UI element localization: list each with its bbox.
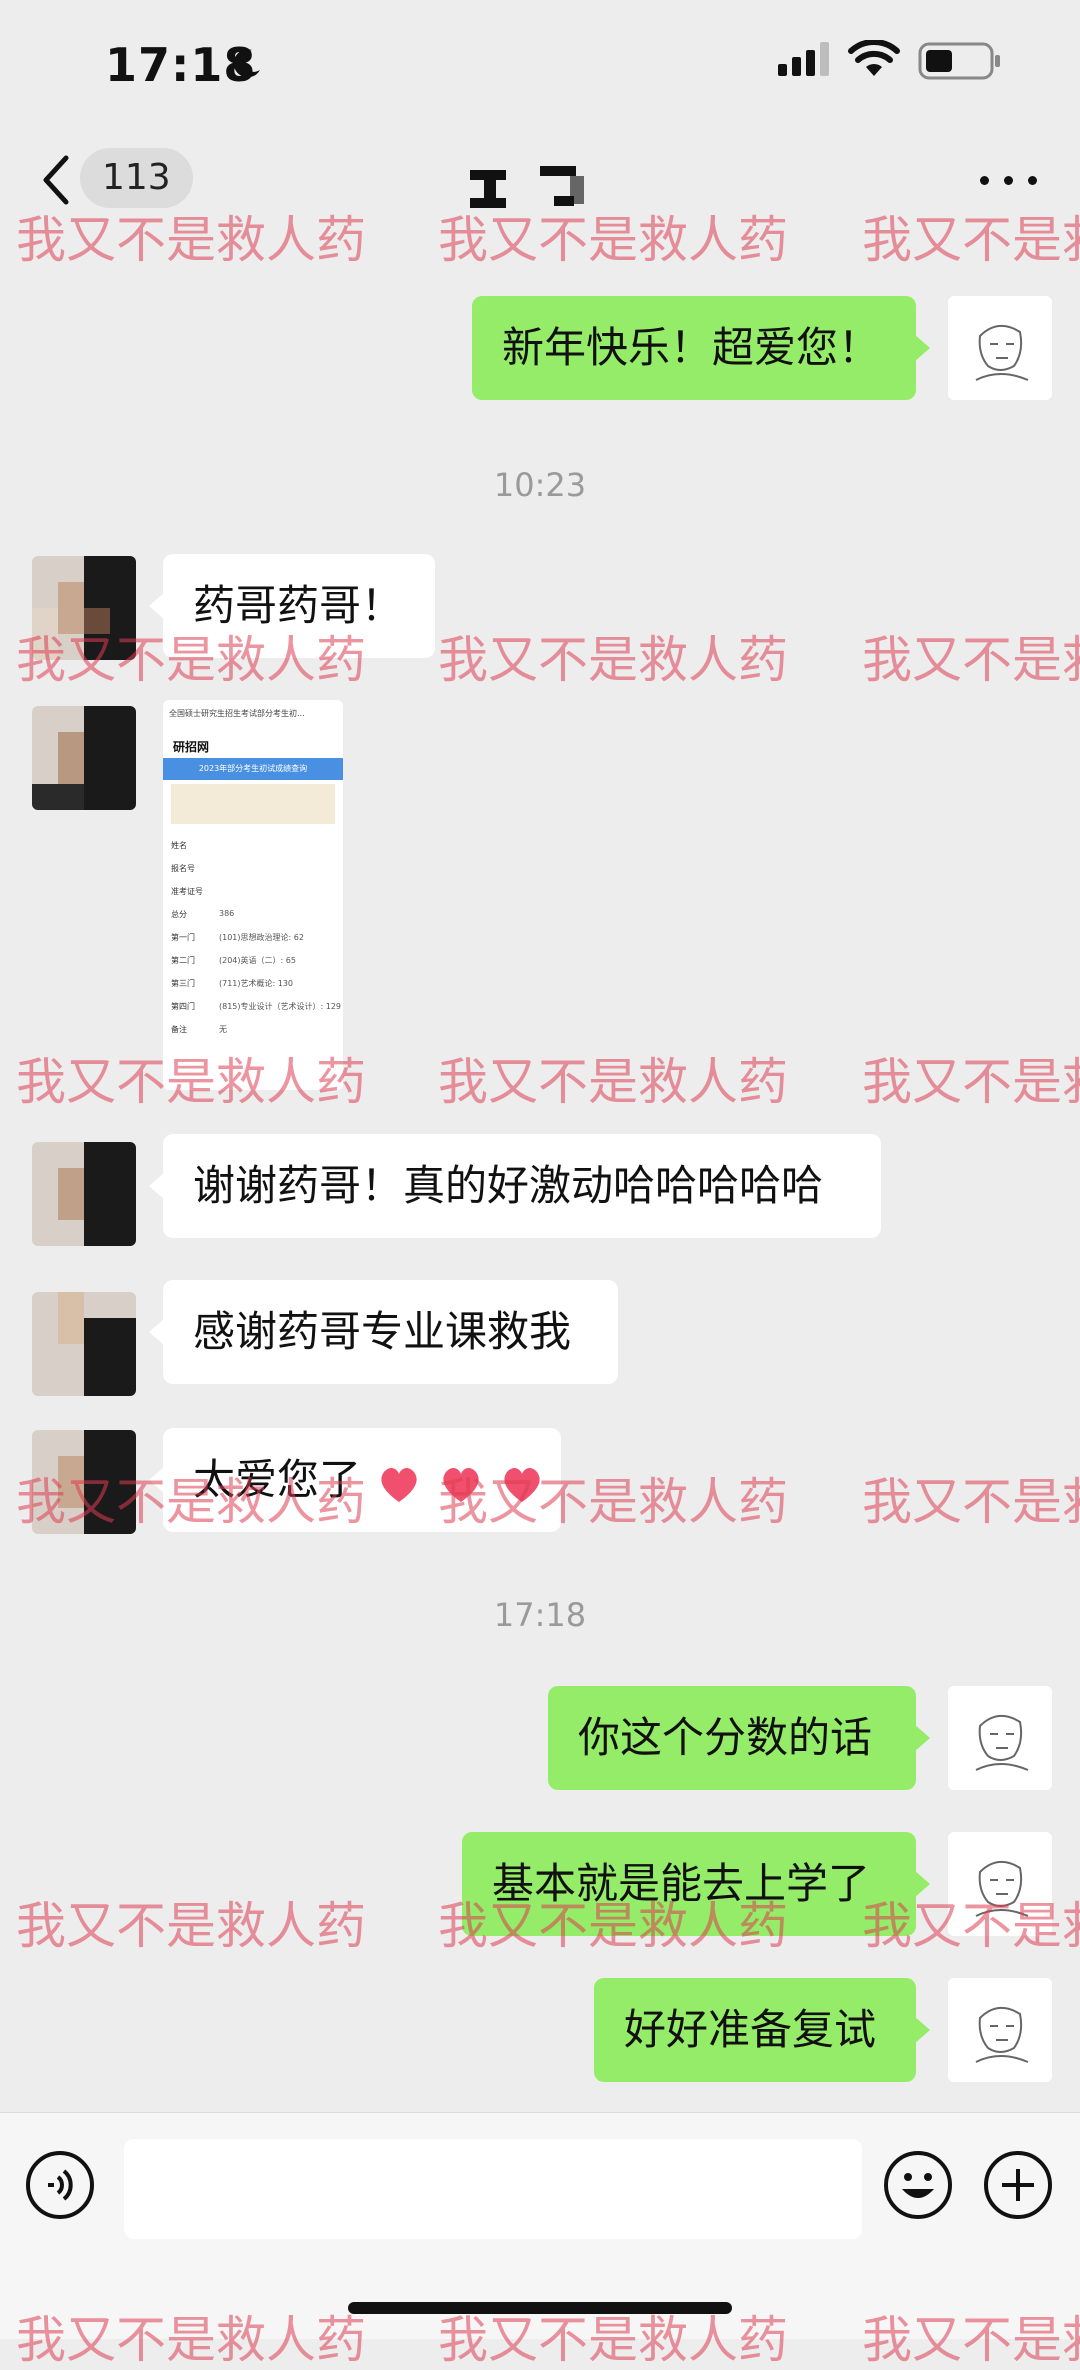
sketch-face-icon [975,1715,1029,1771]
message-text: 谢谢药哥！真的好激动哈哈哈哈哈 [193,1161,824,1210]
home-indicator[interactable] [348,2302,732,2314]
sketch-face-icon [975,1861,1029,1917]
plus-icon[interactable] [982,2149,1054,2221]
screenshot-row: 总分 386 [171,909,235,919]
screenshot-row: 第三门 (711)艺术概论: 130 [171,979,294,988]
avatar-self[interactable] [948,296,1052,400]
message-input[interactable] [124,2139,862,2239]
timestamp: 17:18 [493,1596,587,1634]
message-bubble-received[interactable]: 谢谢药哥！真的好激动哈哈哈哈哈 [149,1134,881,1238]
message-text: 好好准备复试 [624,2005,877,2054]
screenshot-row: 准考证号 [171,887,203,896]
screenshot-row: 备注无 [171,1025,227,1034]
message-text: 新年快乐！超爱您！ [502,323,881,372]
avatar-self[interactable] [948,1832,1052,1936]
heart-emoji-icon [443,1467,479,1502]
screenshot-row: 第二门 (204)英语（二）: 65 [171,956,296,965]
message-text: 太爱您了 [193,1455,362,1504]
screenshot-row: 第四门 (815)专业设计（艺术设计）: 129 [171,1002,342,1011]
emoji-icon[interactable] [882,2149,954,2221]
avatar-self[interactable] [948,1686,1052,1790]
message-bubble-sent[interactable]: 基本就是能去上学了 [462,1832,930,1936]
screenshot-row: 姓名 [171,841,187,850]
avatar-self[interactable] [948,1978,1052,2082]
message-text: 药哥药哥！ [193,581,404,630]
message-text: 你这个分数的话 [578,1713,873,1762]
message-bubble-received[interactable]: 太爱您了 [149,1428,561,1532]
sketch-face-icon [975,2007,1029,2063]
message-bubble-sent[interactable]: 新年快乐！超爱您！ [472,296,930,400]
sketch-face-icon [975,325,1029,381]
message-text: 感谢药哥专业课救我 [193,1307,572,1356]
image-message[interactable]: 全国硕士研究生招生考试部分考生初... 研招网 2023年部分考生初试成绩查询 … [163,700,343,1090]
message-bubble-received[interactable]: 药哥药哥！ [149,554,435,658]
avatar-contact[interactable] [32,1430,136,1534]
screenshot-row: 第一门 (101)思想政治理论: 62 [171,933,304,942]
message-list: 新年快乐！超爱您！ 10:23 药哥药哥！ 全国硕士研究生招生考试部分考生初..… [0,0,1080,2338]
message-bubble-sent[interactable]: 好好准备复试 [594,1978,930,2082]
heart-emoji-icon [381,1467,417,1502]
screenshot-banner: 2023年部分考生初试成绩查询 [163,758,343,780]
timestamp: 10:23 [493,466,587,504]
screenshot-row: 报名号 [171,864,195,873]
avatar-contact[interactable] [32,556,136,660]
voice-icon[interactable] [24,2149,96,2221]
screenshot-brand: 研招网 [173,740,210,754]
avatar-contact[interactable] [32,1292,136,1396]
message-bubble-sent[interactable]: 你这个分数的话 [548,1686,930,1790]
screenshot-topbar: 全国硕士研究生招生考试部分考生初... [169,709,305,718]
heart-emoji-icon [504,1467,540,1502]
message-text: 基本就是能去上学了 [492,1859,871,1908]
avatar-contact[interactable] [32,706,136,810]
message-bubble-received[interactable]: 感谢药哥专业课救我 [149,1280,618,1384]
screenshot-notice [171,784,335,824]
avatar-contact[interactable] [32,1142,136,1246]
